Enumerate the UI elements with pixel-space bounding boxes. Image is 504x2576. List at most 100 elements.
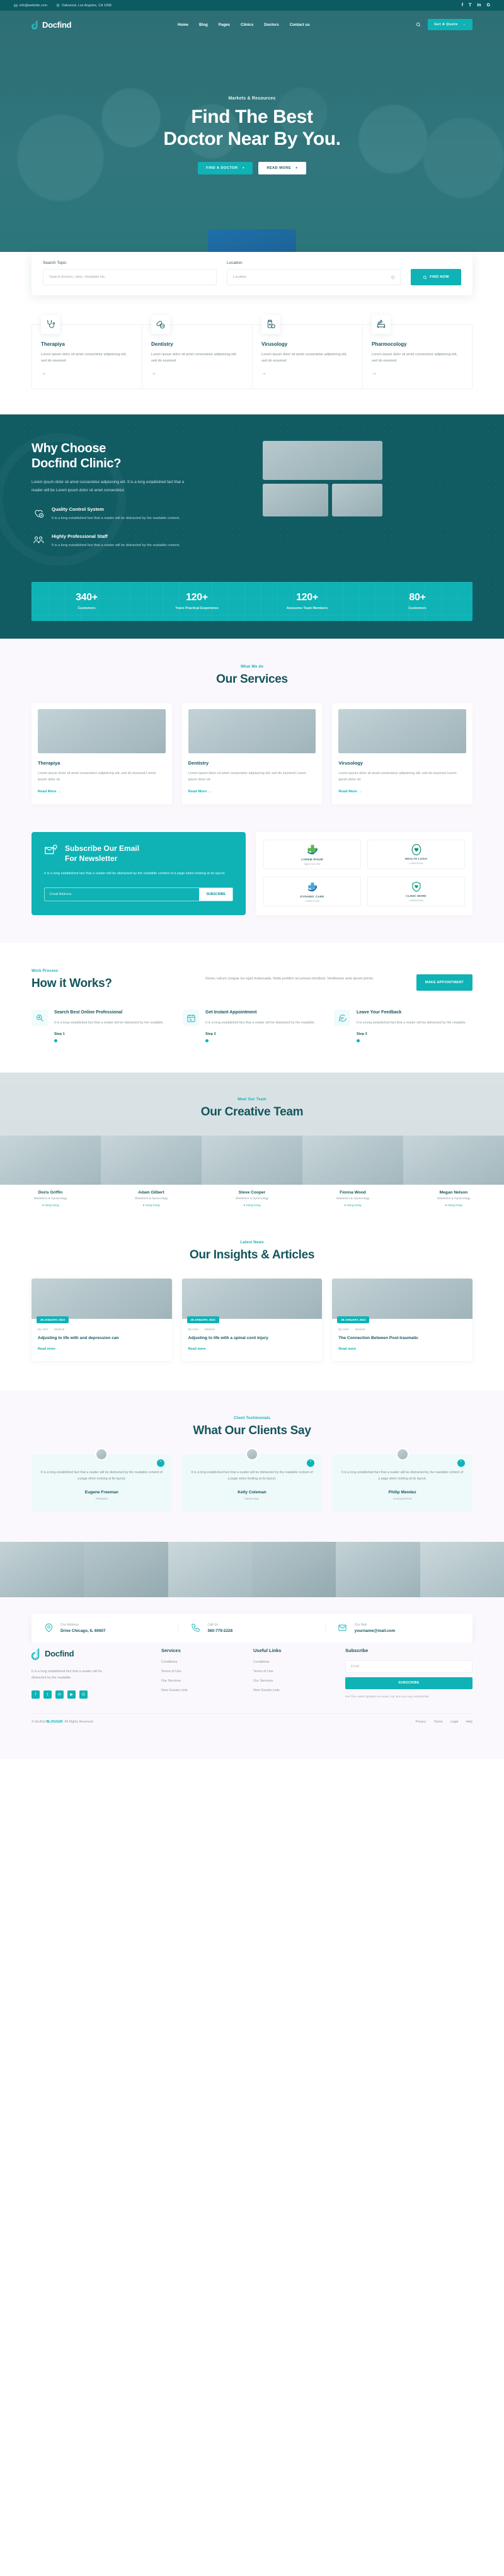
why-feature-staff: Highly Professional Staff It is a long e… bbox=[32, 533, 249, 549]
footer-bottom-link-terms[interactable]: Terms bbox=[434, 1720, 443, 1724]
youtube-icon[interactable]: ▶ bbox=[67, 1690, 76, 1699]
arrow-right-icon[interactable]: → bbox=[151, 370, 243, 376]
make-appointment-button[interactable]: MAKE APPOINTMENT bbox=[416, 974, 472, 991]
post-read-more-link[interactable]: Read more bbox=[38, 1347, 55, 1351]
gallery-image-5[interactable] bbox=[336, 1541, 420, 1597]
gallery-image-2[interactable] bbox=[84, 1541, 168, 1597]
newsletter-subscribe-button[interactable]: SUBSCRIBE bbox=[199, 888, 232, 901]
team-member-5[interactable]: Megan Nelson Obstetrics & Gynecology ● H… bbox=[403, 1135, 504, 1214]
contact-mail-body: Our Mail yourname@mail.com bbox=[355, 1623, 395, 1633]
arrow-right-icon[interactable]: → bbox=[261, 370, 353, 376]
docfind-logo-icon bbox=[32, 20, 38, 30]
post-read-more-link[interactable]: Read more bbox=[338, 1347, 356, 1351]
how-step-text: It is a long established fact that a rea… bbox=[357, 1021, 467, 1025]
service-read-more-link[interactable]: Read More → bbox=[188, 790, 212, 794]
google-icon[interactable]: G bbox=[487, 3, 490, 8]
get-a-quote-button[interactable]: Get A Quote → bbox=[428, 19, 472, 30]
footer-link[interactable]: Our Services bbox=[253, 1679, 335, 1683]
post-title: Adjusting to life with and depression ca… bbox=[38, 1335, 119, 1340]
search-icon[interactable] bbox=[416, 22, 421, 27]
brand-logo[interactable]: Docfind bbox=[32, 20, 72, 30]
footer-link[interactable]: New Guests Lists bbox=[253, 1689, 335, 1692]
footer-link[interactable]: Our Services bbox=[161, 1679, 243, 1683]
post-author: By User bbox=[338, 1327, 349, 1331]
find-a-doctor-button[interactable]: FIND A DOCTOR + bbox=[198, 161, 253, 174]
nav-item-pages[interactable]: Pages bbox=[219, 23, 230, 27]
contact-mail[interactable]: Our Mail yourname@mail.com bbox=[326, 1622, 472, 1634]
topbar-address[interactable]: Oakwood, Los Angeles, CA 1098 bbox=[56, 4, 112, 8]
blog-post-2[interactable]: 28 JANUARY, 2023 By User Medical Adjusti… bbox=[181, 1278, 323, 1361]
why-feature-title: Highly Professional Staff bbox=[52, 533, 108, 539]
twitter-icon[interactable]: t bbox=[43, 1690, 52, 1699]
newsletter-email-input[interactable] bbox=[45, 888, 200, 901]
why-feature-text: It is a long established fact that a rea… bbox=[52, 543, 180, 547]
search-location-field[interactable]: Location bbox=[227, 269, 401, 285]
topbar-email[interactable]: info@website.com bbox=[14, 4, 47, 8]
partner-logo-name: DYNAMIC CARE bbox=[300, 894, 324, 898]
service-read-more-link[interactable]: Read More → bbox=[338, 790, 362, 794]
team-eyebrow: Meet Our Team bbox=[238, 1097, 266, 1102]
contact-phone[interactable]: Call Us 360-779-2228 bbox=[178, 1622, 326, 1634]
arrow-right-icon[interactable]: → bbox=[372, 370, 463, 376]
stat-number: 80+ bbox=[409, 591, 426, 603]
gallery-image-3[interactable] bbox=[168, 1541, 252, 1597]
arrow-right-icon[interactable]: → bbox=[41, 370, 133, 376]
team-member-1[interactable]: Doris Griffin Obstetrics & Gynecology ● … bbox=[0, 1135, 101, 1214]
facebook-icon[interactable]: f bbox=[32, 1690, 40, 1699]
search-topic-field[interactable]: Search doctors, clinic, Hospitals etc. bbox=[43, 269, 217, 285]
service-title: Therapiya bbox=[38, 760, 60, 766]
specialty-card-pharmocology[interactable]: Pharmocology Lorem ipsum dolor sit amet … bbox=[362, 315, 472, 389]
linkedin-icon[interactable]: in bbox=[477, 3, 481, 8]
member-name: Megan Nelson bbox=[439, 1190, 468, 1195]
specialty-card-virusology[interactable]: Virusology Lorem ipsum dolor sit amet co… bbox=[252, 315, 362, 389]
nav-item-doctors[interactable]: Doctors bbox=[264, 23, 278, 27]
nav-item-contact[interactable]: Contact us bbox=[290, 23, 310, 27]
find-now-button[interactable]: FIND NOW bbox=[411, 269, 461, 285]
post-read-more-link[interactable]: Read more bbox=[188, 1347, 206, 1351]
footer-email-input[interactable]: Email bbox=[345, 1660, 472, 1673]
nav-item-blog[interactable]: Blog bbox=[199, 23, 208, 27]
specialty-card-dentistry[interactable]: Dentistry Lorem ipsum dolor sit amet con… bbox=[142, 315, 252, 389]
post-body: By User Medical Adjusting to life with a… bbox=[32, 1319, 172, 1361]
read-more-button[interactable]: READ MORE + bbox=[258, 161, 306, 174]
contact-address[interactable]: Our Address Drive Chicago, IL 60607 bbox=[32, 1622, 179, 1634]
shield-care-icon bbox=[411, 881, 421, 892]
google-icon[interactable]: G bbox=[79, 1690, 88, 1699]
service-card-virusology[interactable]: Virusology Lorem ipsum dolor sit amet co… bbox=[332, 702, 472, 804]
blog-post-1[interactable]: 28 JANUARY, 2023 By User Medical Adjusti… bbox=[32, 1278, 172, 1361]
service-card-dentistry[interactable]: Dentistry Lorem ipsum dolor sit amet con… bbox=[181, 702, 323, 804]
footer-logo[interactable]: Docfind bbox=[32, 1648, 151, 1660]
service-card-therapiya[interactable]: Therapiya Lorem ipsum dolor sit amet con… bbox=[32, 702, 172, 804]
footer-bottom-link-help[interactable]: Help bbox=[466, 1720, 472, 1724]
footer-link[interactable]: New Guests Lists bbox=[161, 1689, 243, 1692]
facebook-icon[interactable]: f bbox=[462, 3, 463, 8]
team-member-3[interactable]: Steve Cooper Obstetrics & Gynecology ● H… bbox=[202, 1135, 302, 1214]
nav-item-home[interactable]: Home bbox=[178, 23, 188, 27]
testimonials-title: What Our Clients Say bbox=[193, 1423, 311, 1437]
service-read-more-link[interactable]: Read More → bbox=[38, 790, 61, 794]
team-member-4[interactable]: Fionna Wood Obstetrics & Gynecology ● Ho… bbox=[302, 1135, 403, 1214]
footer-link[interactable]: Conditions bbox=[161, 1660, 243, 1664]
footer-bottom-link-legal[interactable]: Legal bbox=[450, 1720, 459, 1724]
footer-link[interactable]: Terms of Use bbox=[161, 1670, 243, 1673]
team-member-2[interactable]: Adam Gilbert Obstetrics & Gynecology ● H… bbox=[101, 1135, 202, 1214]
footer-bottom-link-privacy[interactable]: Privacy bbox=[415, 1720, 426, 1724]
partner-logo-sub: Tagline Goes Here bbox=[304, 862, 321, 865]
search-action-column: FIND NOW bbox=[411, 261, 461, 285]
blog-post-3[interactable]: 28 JANUARY, 2023 By User Medical The Con… bbox=[332, 1278, 472, 1361]
newsletter-section: Subscribe Our Email For Newsletter It is… bbox=[0, 831, 504, 943]
gallery-image-6[interactable] bbox=[420, 1541, 504, 1597]
nav-item-clinics[interactable]: Clinics bbox=[241, 23, 253, 27]
specialty-card-therapiya[interactable]: Therapiya Lorem ipsum dolor sit amet con… bbox=[32, 315, 142, 389]
gallery-image-4[interactable] bbox=[251, 1541, 336, 1597]
contact-phone-body: Call Us 360-779-2228 bbox=[207, 1623, 232, 1633]
member-name: Adam Gilbert bbox=[138, 1190, 164, 1195]
footer-link[interactable]: Conditions bbox=[253, 1660, 335, 1664]
footer-subscribe-button[interactable]: SUBSCRIBE bbox=[345, 1677, 472, 1689]
linkedin-icon[interactable]: in bbox=[55, 1690, 64, 1699]
nav-actions: Get A Quote → bbox=[416, 19, 472, 30]
twitter-icon[interactable]: 𝖳 bbox=[469, 3, 471, 8]
footer-link[interactable]: Terms of Use bbox=[253, 1670, 335, 1673]
why-feature-title: Quality Control System bbox=[52, 506, 104, 512]
gallery-image-1[interactable] bbox=[0, 1541, 84, 1597]
